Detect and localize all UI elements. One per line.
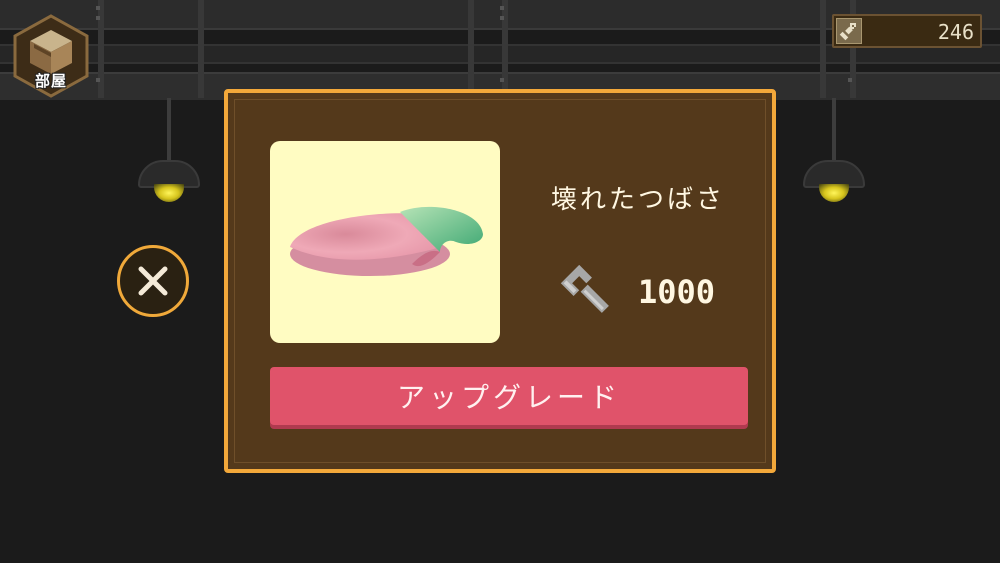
rivet (848, 78, 852, 82)
upgrade-modal: 壊れたつばさ 1000 アップグレード (224, 89, 776, 473)
rivet (96, 6, 100, 10)
rivet (500, 6, 504, 10)
rail-post (198, 0, 204, 98)
upgrade-cost-amount: 1000 (638, 273, 716, 311)
rivet (96, 16, 100, 20)
close-icon (138, 266, 168, 296)
rail-post (820, 0, 826, 98)
upgrade-button[interactable]: アップグレード (270, 367, 748, 425)
lamp-bulb-right (819, 184, 849, 202)
upgrade-cost: 1000 (558, 265, 738, 317)
rail-post (502, 0, 508, 98)
lamp-cord-left (167, 98, 171, 162)
lamp-bulb-left (154, 184, 184, 202)
rail-post (468, 0, 474, 98)
currency-counter: 246 (832, 14, 982, 48)
room-button[interactable]: 部屋 (12, 14, 90, 98)
rivet (500, 16, 504, 20)
item-image-frame (270, 141, 500, 343)
upgrade-button-label: アップグレード (396, 381, 621, 414)
wrench-icon (836, 18, 862, 44)
close-button[interactable] (117, 245, 189, 317)
rivet (96, 78, 100, 82)
lamp-cord-right (832, 98, 836, 162)
broken-wing-image (290, 206, 483, 276)
item-name: 壊れたつばさ (550, 185, 725, 215)
rivet (500, 78, 504, 82)
currency-amount: 246 (937, 20, 974, 44)
wrench-icon (560, 265, 609, 313)
room-button-label: 部屋 (34, 72, 67, 90)
rail-post (98, 0, 104, 98)
